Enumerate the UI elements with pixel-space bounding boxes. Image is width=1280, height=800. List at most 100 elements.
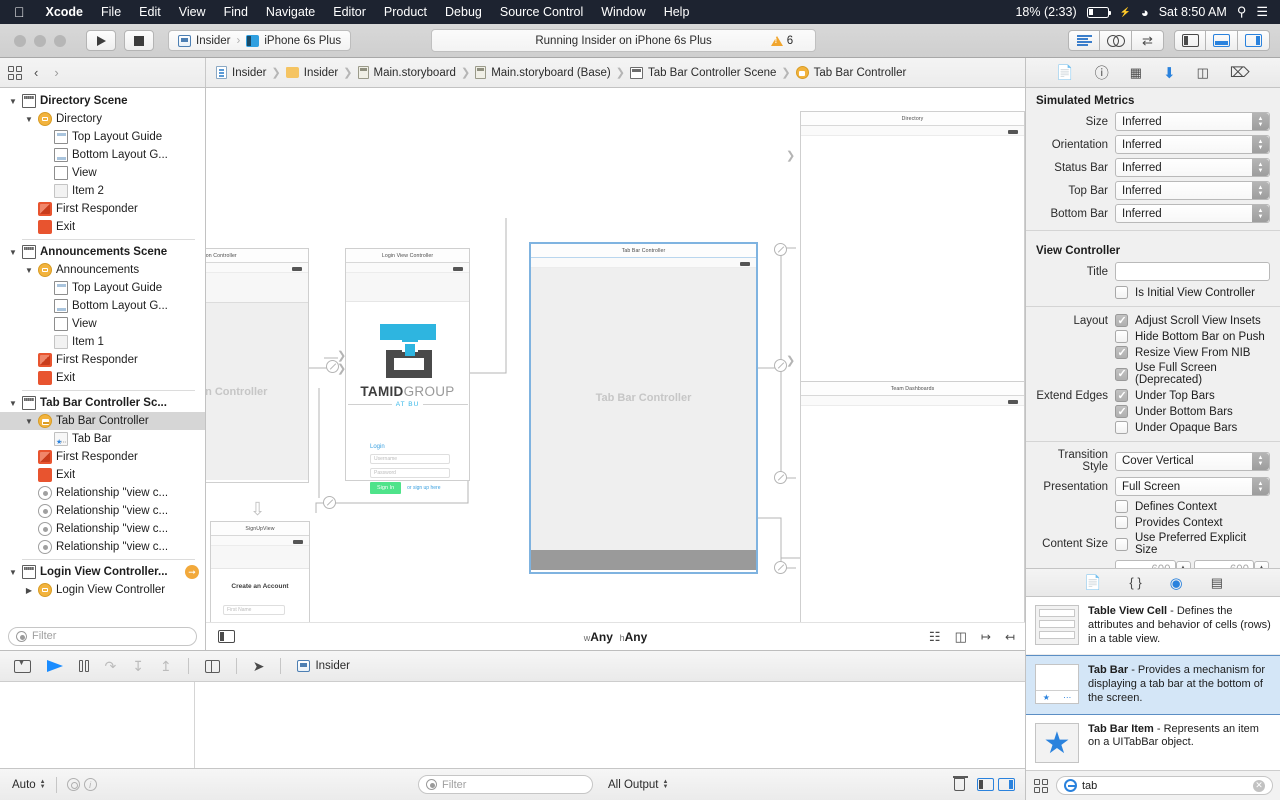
variables-view[interactable] [0,682,195,768]
is-initial-vc-checkbox[interactable] [1115,286,1128,299]
resize-view-from-nib-checkbox[interactable] [1115,346,1128,359]
apple-menu-icon[interactable]:  [0,5,37,19]
outline-row[interactable]: First Responder [0,448,205,466]
variables-filter-field[interactable]: Filter [418,775,593,794]
library-item-table-view-cell[interactable]: Table View Cell - Defines the attributes… [1026,597,1280,656]
scene-login-view-controller[interactable]: Login View Controller TAMIDGROUP AT BU L… [345,248,470,494]
scene-navigation-controller[interactable]: Navigation Controller Navigation Control… [206,248,309,483]
connections-inspector-tab[interactable]: ⌦ [1230,64,1250,81]
warning-indicator[interactable]: 6 [770,35,793,47]
activity-status-view[interactable]: Running Insider on iPhone 6s Plus 6 [431,29,817,52]
sign-in-button[interactable]: Sign In [370,482,402,494]
breadcrumb-item-project[interactable]: Insider [232,67,267,79]
outline-row[interactable]: ▼ Tab Bar Controller [0,412,205,430]
outline-scene-row[interactable]: ▼ Login View Controller... ➞ [0,563,205,581]
outline-row[interactable]: Top Layout Guide [0,128,205,146]
library-layout-icon[interactable] [1034,778,1048,793]
simulated-size-popup[interactable]: Inferred ▲ ▼ [1115,112,1270,131]
first-name-field[interactable]: First Name [223,605,285,615]
breadcrumb-item-group[interactable]: Insider [304,67,339,79]
clear-console-icon[interactable] [953,776,968,791]
content-size-row[interactable]: Content Size Use Preferred Explicit Size [1036,532,1270,556]
under-top-bars-checkbox[interactable] [1115,389,1128,402]
outline-row[interactable]: Exit [0,218,205,236]
inspector-tab-bar[interactable]: 📄 ⓘ ▦ ⬇ ◫ ⌦ [1026,58,1280,88]
console-output-popup[interactable]: All Output ▲ ▼ [608,779,668,791]
size-inspector-tab[interactable]: ◫ [1197,65,1209,81]
clear-search-icon[interactable]: ✕ [1253,779,1265,792]
breadcrumb-item-storyboard[interactable]: Main.storyboard [374,67,456,79]
provides-context-checkbox[interactable] [1115,516,1128,529]
segue-node[interactable] [774,471,787,484]
menu-xcode[interactable]: Xcode [37,5,93,19]
step-out-icon[interactable]: ↥ [160,658,172,675]
presentation-popup[interactable]: Full Screen ▲ ▼ [1115,477,1270,496]
file-template-library-tab[interactable]: 📄 [1084,574,1101,591]
library-filter-field[interactable]: tab ✕ [1056,776,1273,795]
simulated-bottom-bar-popup[interactable]: Inferred ▲ ▼ [1115,204,1270,223]
menu-window[interactable]: Window [592,5,654,19]
notification-center-icon[interactable]: ☰ [1256,4,1268,20]
menu-edit[interactable]: Edit [130,5,170,19]
segue-node[interactable] [323,496,336,509]
provides-context-row[interactable]: Provides Context [1036,516,1270,529]
minimize-window-button[interactable] [34,34,46,47]
storyboard-canvas[interactable]: Navigation Controller Navigation Control… [206,88,1025,650]
outline-row[interactable]: Relationship "view c... [0,538,205,556]
username-field[interactable]: Username [370,454,450,464]
pause-icon[interactable] [79,660,89,672]
variables-scope-popup[interactable]: Auto ▲ ▼ i [0,776,97,793]
disclosure-triangle-icon[interactable]: ▼ [8,399,18,408]
back-button[interactable]: ‹ [30,65,42,80]
scene-tab-bar-controller[interactable]: Tab Bar Controller Tab Bar Controller [530,243,757,573]
run-button[interactable] [86,30,116,51]
outline-row[interactable]: Exit [0,369,205,387]
menu-source-control[interactable]: Source Control [491,5,592,19]
simulated-top-bar-popup[interactable]: Inferred ▲ ▼ [1115,181,1270,200]
toggle-debug-area-button[interactable] [1206,30,1238,51]
outline-row[interactable]: Item 2 [0,182,205,200]
outline-row[interactable]: Relationship "view c... [0,502,205,520]
document-outline[interactable]: ▼ Directory Scene ▼ Directory Top Layout Gui… [0,88,206,650]
menu-debug[interactable]: Debug [436,5,491,19]
identity-inspector-tab[interactable]: ▦ [1130,65,1142,81]
debug-process-chip[interactable]: Insider [297,660,350,672]
outline-row[interactable]: First Responder [0,200,205,218]
show-variables-icon[interactable] [977,778,994,791]
sign-up-link[interactable]: or sign up here [407,485,440,491]
use-full-screen-row[interactable]: Use Full Screen (Deprecated) [1036,362,1270,386]
password-field[interactable]: Password [370,468,450,478]
defines-context-row[interactable]: Defines Context [1036,500,1270,513]
menu-file[interactable]: File [92,5,130,19]
menu-editor[interactable]: Editor [324,5,375,19]
disclosure-triangle-icon[interactable]: ▼ [24,417,34,426]
scene-team-dashboards[interactable]: Team Dashboards [800,381,1025,650]
outline-row[interactable]: Relationship "view c... [0,520,205,538]
object-library-tab[interactable]: ◉ [1170,574,1183,592]
disclosure-triangle-icon[interactable]: ▼ [24,115,34,124]
use-full-screen-checkbox[interactable] [1115,367,1128,381]
outline-row[interactable]: Exit [0,466,205,484]
is-initial-vc-row[interactable]: Is Initial View Controller [1036,286,1270,299]
disclosure-triangle-icon[interactable]: ▼ [24,266,34,275]
search-icon[interactable]: ⚲ [1237,4,1247,20]
title-input[interactable] [1115,262,1270,281]
outline-row[interactable]: Bottom Layout G... [0,297,205,315]
align-icon[interactable]: ◫ [955,629,967,645]
outline-row[interactable]: Relationship "view c... [0,484,205,502]
menu-product[interactable]: Product [375,5,436,19]
outline-row[interactable]: Tab Bar [0,430,205,448]
outline-scene-row[interactable]: ▼ Directory Scene [0,92,205,110]
disclosure-triangle-icon[interactable]: ▼ [8,97,18,106]
outline-row[interactable]: First Responder [0,351,205,369]
assistant-editor-button[interactable] [1100,30,1132,51]
toggle-utilities-button[interactable] [1238,30,1270,51]
outline-row[interactable]: View [0,164,205,182]
simulate-ui-icon[interactable] [204,659,220,673]
media-library-tab[interactable]: ▤ [1211,575,1223,591]
layout-adjust-insets-row[interactable]: Layout Adjust Scroll View Insets [1036,314,1270,327]
segue-node[interactable] [774,243,787,256]
forward-button[interactable]: › [50,65,62,80]
debug-split-toggle[interactable] [977,778,1015,791]
library-item-tab-bar[interactable]: ★ ⋯ Tab Bar - Provides a mechanism for di… [1026,655,1280,715]
